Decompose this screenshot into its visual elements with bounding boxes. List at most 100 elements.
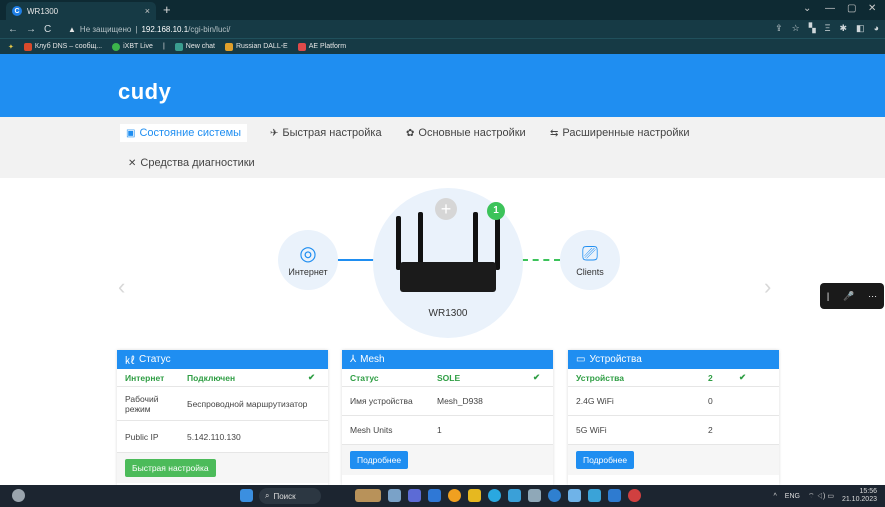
- table-row: Имя устройства Mesh_D938: [342, 387, 553, 416]
- close-window-button[interactable]: ✕: [868, 3, 876, 14]
- router-label: WR1300: [428, 308, 468, 319]
- router-image: [400, 262, 496, 292]
- table-row: Рабочий режим Беспроводной маршрутизатор: [117, 387, 328, 421]
- bookmark-item[interactable]: New chat: [174, 42, 215, 51]
- start-icon[interactable]: [240, 489, 253, 502]
- add-device-icon[interactable]: +: [435, 198, 457, 220]
- new-tab-button[interactable]: +: [163, 2, 171, 17]
- devices-icon: ⎚: [582, 242, 598, 265]
- quick-setup-button[interactable]: Быстрая настройка: [125, 459, 216, 477]
- app-icon[interactable]: [428, 489, 441, 502]
- more-icon[interactable]: ···: [868, 291, 877, 301]
- paper-plane-icon: ✈: [270, 127, 279, 139]
- table-row: Статус SOLE ✔: [342, 369, 553, 387]
- widgets-icon[interactable]: [12, 489, 25, 502]
- maximize-button[interactable]: ▢: [847, 3, 856, 14]
- dictation-toolbar: | 🎤 ···: [820, 283, 884, 309]
- table-row: Public IP 5.142.110.130: [117, 421, 328, 453]
- bookmark-item[interactable]: iXBT Live: [112, 42, 153, 51]
- network-volume-battery-icons[interactable]: ⌔ ◁) ▭: [808, 492, 834, 501]
- mesh-count-badge: 1: [487, 202, 505, 220]
- tab-close-icon[interactable]: ×: [145, 6, 150, 16]
- menu-item-diagnostics[interactable]: ✕ Средства диагностики: [128, 157, 255, 169]
- cudy-logo[interactable]: cudy: [118, 79, 171, 105]
- language-indicator[interactable]: ENG: [785, 493, 800, 500]
- puzzle-icon[interactable]: ✱: [840, 23, 848, 34]
- devices-details-button[interactable]: Подробнее: [576, 451, 635, 469]
- minimize-button[interactable]: —: [825, 3, 835, 14]
- check-icon: ✔: [739, 372, 747, 382]
- mesh-details-button[interactable]: Подробнее: [350, 451, 409, 469]
- sidebar-icon[interactable]: ◧: [856, 23, 865, 34]
- tab-search-icon[interactable]: ⌄: [803, 3, 811, 14]
- warning-icon[interactable]: ▲: [68, 25, 76, 34]
- internet-node[interactable]: ◎ Интернет: [278, 230, 338, 290]
- menu-item-quick-setup[interactable]: ✈ Быстрая настройка: [270, 127, 382, 139]
- tray-up-icon[interactable]: ^: [773, 493, 776, 500]
- tools-icon: ✕: [128, 157, 137, 169]
- microphone-icon[interactable]: 🎤: [843, 291, 854, 302]
- reload-button[interactable]: C: [44, 24, 51, 35]
- bookmark-icon: [112, 42, 121, 51]
- app-icon[interactable]: [528, 489, 541, 502]
- main-menu: ▣ Состояние системы ✈ Быстрая настройка …: [0, 117, 885, 178]
- right-arrow-icon[interactable]: ›: [764, 274, 771, 300]
- share-icon[interactable]: ⇪: [775, 23, 783, 34]
- explorer-icon[interactable]: [468, 489, 481, 502]
- bookmark-icon: [224, 42, 233, 51]
- app-icon[interactable]: [608, 489, 621, 502]
- translate-icon[interactable]: Ξ: [825, 23, 831, 34]
- url-insecure-label: Не защищено: [79, 24, 132, 34]
- card-footer: Быстрая настройка: [117, 453, 328, 483]
- clients-node[interactable]: ⎚ Clients: [560, 230, 620, 290]
- bookmark-item[interactable]: Russian DALL-E: [224, 42, 288, 51]
- app-icon[interactable]: [568, 489, 581, 502]
- chrome-icon[interactable]: [448, 489, 461, 502]
- mesh-icon: ⅄: [350, 354, 357, 365]
- taskview-icon[interactable]: [355, 489, 381, 502]
- extension-icon[interactable]: ▚: [809, 23, 816, 34]
- clock[interactable]: 15:56 21.10.2023: [842, 488, 877, 504]
- app-icon[interactable]: [628, 489, 641, 502]
- clients-label: Clients: [576, 266, 604, 277]
- clients-link-line: [522, 259, 560, 261]
- bookmark-divider: |: [162, 43, 165, 50]
- card-header: ㎘ Статус: [117, 350, 328, 369]
- taskbar: ⌕ Поиск ^ ENG ⌔ ◁) ▭ 15:56 21.10.2023: [0, 485, 885, 507]
- card-title: Mesh: [360, 354, 385, 365]
- bookmarks-bar: ✦ Клуб DNS – сообщ... iXBT Live | New ch…: [0, 38, 885, 54]
- taskbar-search[interactable]: ⌕ Поиск: [259, 488, 321, 504]
- app-icon[interactable]: [488, 489, 501, 502]
- app-icon[interactable]: [588, 489, 601, 502]
- bookmark-item[interactable]: Клуб DNS – сообщ...: [23, 42, 102, 51]
- extension-icons: ⇪ ☆ ▚ Ξ ✱ ◧ ◕: [775, 23, 879, 34]
- bookmark-item[interactable]: AE Platform: [297, 42, 346, 51]
- devices-card: ▭ Устройства Устройства 2 ✔ 2.4G WiFi 0 …: [568, 350, 779, 485]
- sliders-icon: ⇆: [550, 127, 559, 139]
- apps-icon[interactable]: ✦: [8, 43, 14, 51]
- profile-avatar[interactable]: ◕: [874, 23, 879, 34]
- menu-item-advanced-settings[interactable]: ⇆ Расширенные настройки: [550, 127, 689, 139]
- bookmark-icon: [174, 42, 183, 51]
- forward-button[interactable]: →: [26, 24, 36, 35]
- table-row: 5G WiFi 2: [568, 416, 779, 445]
- browser-tab[interactable]: C WR1300 ×: [6, 2, 156, 20]
- left-arrow-icon[interactable]: ‹: [118, 274, 125, 300]
- app-icon[interactable]: [408, 489, 421, 502]
- telegram-icon[interactable]: [548, 489, 561, 502]
- table-row: Устройства 2 ✔: [568, 369, 779, 387]
- network-topology: ‹ › ◎ Интернет WR1300 + 1 ⎚ Clients: [0, 178, 885, 350]
- bookmark-icon: [23, 42, 32, 51]
- router-antenna: [495, 216, 500, 270]
- menu-item-system-status[interactable]: ▣ Состояние системы: [120, 124, 248, 142]
- menu-item-basic-settings[interactable]: ✿ Основные настройки: [406, 127, 526, 139]
- url-field[interactable]: ▲ Не защищено | 192.168.10.1/cgi-bin/luc…: [68, 22, 798, 36]
- globe-icon: ◎: [299, 242, 317, 265]
- star-icon[interactable]: ☆: [792, 23, 800, 34]
- gear-icon: ✿: [406, 127, 415, 139]
- app-icon[interactable]: [388, 489, 401, 502]
- card-title: Устройства: [589, 354, 642, 365]
- time: 15:56: [859, 488, 877, 495]
- back-button[interactable]: ←: [8, 24, 18, 35]
- app-icon[interactable]: [508, 489, 521, 502]
